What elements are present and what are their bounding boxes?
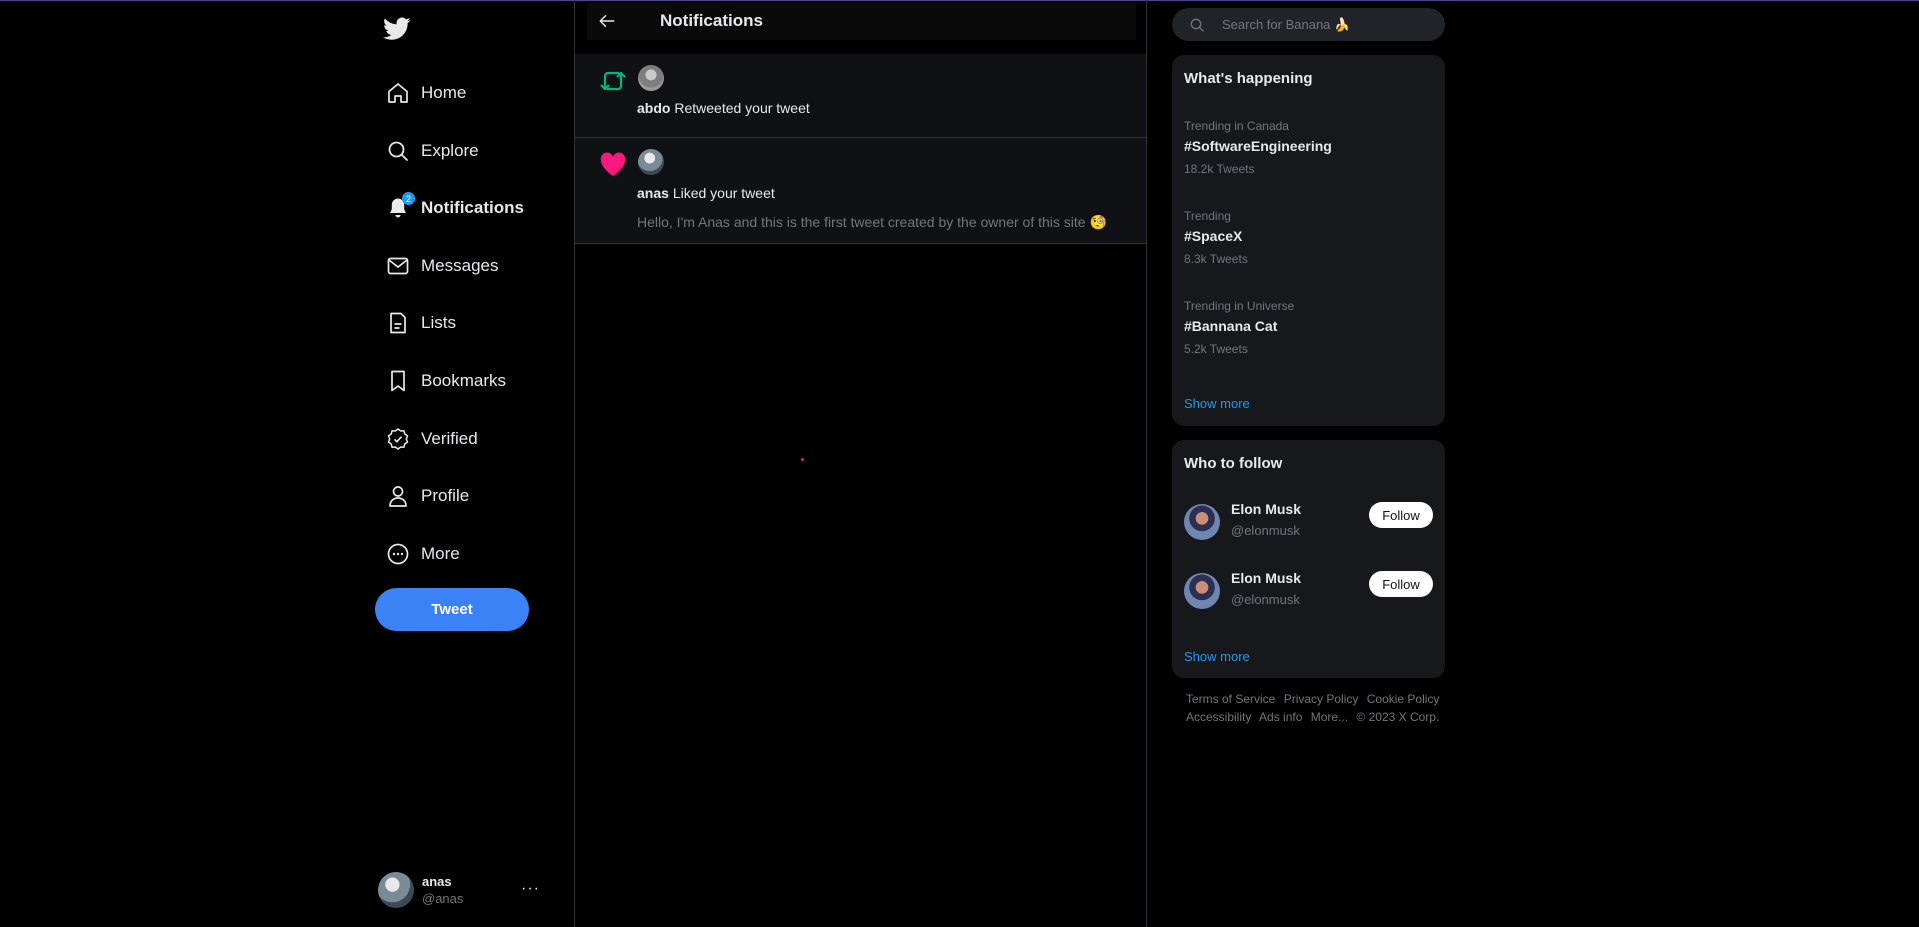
nav-notifications[interactable]: 2 Notifications [376, 186, 524, 230]
bell-icon: 2 [376, 186, 420, 230]
nav-home-label: Home [421, 83, 467, 102]
page-header: Notifications [587, 2, 1136, 40]
home-icon [376, 71, 420, 115]
footer-link[interactable]: Terms of Service [1186, 692, 1275, 706]
notification-text: anas Liked your tweet [637, 185, 775, 201]
envelope-icon [376, 244, 420, 288]
trend-hashtag[interactable]: #SpaceX [1184, 228, 1242, 244]
nav-explore[interactable]: Explore [376, 129, 479, 173]
back-arrow-icon[interactable] [592, 6, 622, 36]
list-icon [376, 301, 420, 345]
account-menu-icon[interactable]: ··· [521, 880, 540, 898]
notification-text: abdo Retweeted your tweet [637, 100, 810, 116]
tweet-button[interactable]: Tweet [375, 588, 529, 631]
trend-context: Trending in Canada [1184, 119, 1289, 133]
nav-messages[interactable]: Messages [376, 244, 498, 288]
trend-context: Trending [1184, 209, 1231, 223]
nav-home[interactable]: Home [376, 71, 466, 115]
search-bar[interactable] [1172, 8, 1445, 41]
nav-lists[interactable]: Lists [376, 301, 456, 345]
suggestion-name[interactable]: Elon Musk [1231, 501, 1301, 517]
retweet-icon [599, 68, 627, 94]
footer-link[interactable]: Privacy Policy [1284, 692, 1359, 706]
account-switcher[interactable]: anas @anas ··· [378, 868, 540, 912]
search-icon [376, 129, 420, 173]
footer-link[interactable]: More... [1311, 710, 1348, 724]
notification-action: Retweeted your tweet [674, 100, 810, 116]
trend-count: 8.3k Tweets [1184, 252, 1248, 266]
search-input[interactable] [1222, 17, 1422, 32]
trend-hashtag[interactable]: #SoftwareEngineering [1184, 138, 1332, 154]
trend-hashtag[interactable]: #Bannana Cat [1184, 318, 1277, 334]
notification-action: Liked your tweet [672, 185, 775, 201]
trends-show-more-link[interactable]: Show more [1184, 396, 1250, 411]
footer-link[interactable]: Cookie Policy [1367, 692, 1440, 706]
follow-show-more-link[interactable]: Show more [1184, 649, 1250, 664]
notification-user[interactable]: abdo [637, 100, 670, 116]
nav-more-label: More [421, 544, 460, 563]
who-to-follow-panel: Who to follow Elon Musk @elonmusk Follow… [1172, 440, 1445, 678]
nav-profile[interactable]: Profile [376, 474, 469, 518]
footer-links: Terms of Service Privacy Policy Cookie P… [1186, 690, 1456, 726]
footer-link[interactable]: Ads info [1259, 710, 1302, 724]
trend-count: 18.2k Tweets [1184, 162, 1255, 176]
footer-link[interactable]: Accessibility [1186, 710, 1251, 724]
avatar[interactable] [1184, 573, 1220, 609]
person-icon [376, 474, 420, 518]
follow-button[interactable]: Follow [1369, 502, 1433, 528]
follow-suggestion[interactable]: Elon Musk @elonmusk Follow [1184, 501, 1433, 541]
left-sidebar: Home Explore 2 Notifications Messages Li… [0, 0, 574, 927]
nav-verified-label: Verified [421, 429, 478, 448]
bookmark-icon [376, 359, 420, 403]
page-title: Notifications [660, 11, 763, 30]
nav-more[interactable]: More [376, 532, 460, 576]
notification-item[interactable]: abdo Retweeted your tweet [575, 54, 1146, 138]
nav-bookmarks-label: Bookmarks [421, 371, 507, 390]
notifications-column: Notifications abdo Retweeted your tweet … [574, 0, 1147, 927]
liked-tweet-preview[interactable]: Hello, I'm Anas and this is the first tw… [637, 214, 1107, 231]
avatar[interactable] [1184, 504, 1220, 540]
account-name: anas [422, 874, 452, 889]
verified-icon [376, 417, 420, 461]
suggestion-name[interactable]: Elon Musk [1231, 570, 1301, 586]
twitter-logo-icon[interactable] [383, 17, 411, 41]
notification-item[interactable]: anas Liked your tweet Hello, I'm Anas an… [575, 138, 1146, 244]
suggestion-handle: @elonmusk [1231, 592, 1300, 607]
trends-title: What's happening [1184, 70, 1313, 87]
nav-messages-label: Messages [421, 256, 499, 275]
follow-button[interactable]: Follow [1369, 571, 1433, 597]
trend-context: Trending in Universe [1184, 299, 1295, 313]
trend-count: 5.2k Tweets [1184, 342, 1248, 356]
notification-count-badge: 2 [402, 192, 415, 205]
avatar[interactable] [638, 65, 664, 91]
notification-user[interactable]: anas [637, 185, 669, 201]
nav-verified[interactable]: Verified [376, 417, 478, 461]
avatar[interactable] [638, 149, 664, 175]
copyright: © 2023 X Corp. [1356, 710, 1440, 724]
nav-lists-label: Lists [421, 313, 456, 332]
account-handle: @anas [422, 891, 464, 906]
follow-suggestion[interactable]: Elon Musk @elonmusk Follow [1184, 570, 1433, 610]
nav-profile-label: Profile [421, 486, 470, 505]
heart-icon [599, 152, 627, 178]
nav-bookmarks[interactable]: Bookmarks [376, 359, 506, 403]
nav-explore-label: Explore [421, 141, 479, 160]
who-to-follow-title: Who to follow [1184, 455, 1283, 472]
avatar [378, 872, 414, 908]
search-icon [1189, 17, 1205, 33]
nav-notifications-label: Notifications [421, 198, 524, 217]
trends-panel: What's happening Trending in Canada #Sof… [1172, 55, 1445, 426]
cursor-dot [801, 458, 804, 461]
more-circle-icon [376, 532, 420, 576]
suggestion-handle: @elonmusk [1231, 523, 1300, 538]
